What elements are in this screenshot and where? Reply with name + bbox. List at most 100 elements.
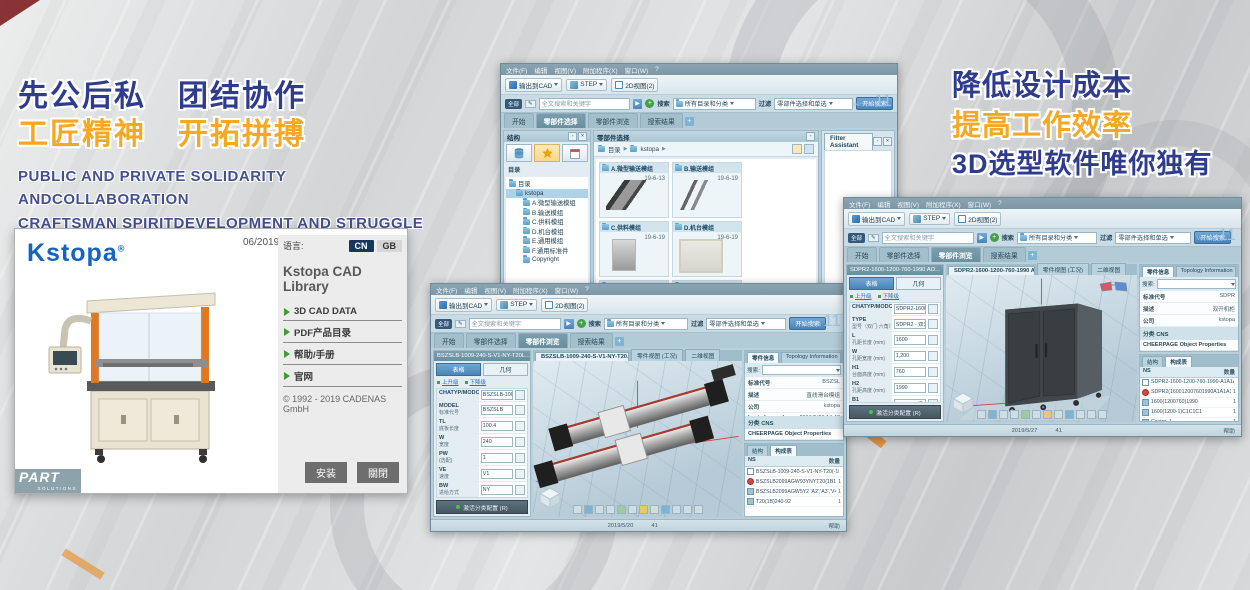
table-view-button[interactable]: 表格 bbox=[436, 363, 481, 376]
edit-parameter-button[interactable] bbox=[928, 304, 938, 314]
parameter-value-input[interactable]: 240 bbox=[481, 437, 513, 447]
close-panel-button[interactable]: ✕ bbox=[578, 132, 587, 141]
add-search-icon[interactable]: + bbox=[645, 99, 654, 108]
view-tool-button[interactable] bbox=[639, 505, 648, 514]
pin-panel-button[interactable]: ▫ bbox=[568, 132, 577, 141]
view-tool-button[interactable] bbox=[650, 505, 659, 514]
window-tab[interactable]: 搜索结果 bbox=[570, 333, 613, 348]
breadcrumb-item[interactable]: 目录 bbox=[608, 145, 621, 154]
menu-item[interactable]: 附加程序(X) bbox=[926, 199, 961, 209]
part-info-tab[interactable]: 零件信息 bbox=[747, 352, 779, 363]
bom-tab[interactable]: 构成表 bbox=[770, 445, 797, 456]
part-info-tab[interactable]: 零件信息 bbox=[1142, 266, 1174, 277]
part-number-tab[interactable]: BSZSLB-1009-240-S-V1-NY-T20L... bbox=[434, 351, 530, 361]
view-tool-button[interactable] bbox=[988, 410, 997, 419]
export-to-cad-button[interactable]: 输出到CAD bbox=[435, 298, 492, 312]
parameter-value-input[interactable]: BSZSLB-1009-240-S-V1-N bbox=[481, 390, 513, 400]
viewport-tab[interactable]: SDPR2-1600-1200-760-1990 AO... bbox=[948, 266, 1035, 275]
menu-item[interactable]: ? bbox=[655, 66, 659, 73]
viewport-tab[interactable]: 零件视图 (工况) bbox=[1037, 263, 1089, 275]
parameter-value-input[interactable]: 1 bbox=[481, 453, 513, 463]
search-scope-select[interactable]: 所有目录和分类 bbox=[604, 318, 688, 330]
view-tool-button[interactable] bbox=[1065, 410, 1074, 419]
search-go-icon[interactable]: ▶ bbox=[564, 319, 574, 329]
install-button[interactable]: 安装 bbox=[305, 462, 347, 483]
window-tab[interactable]: 搜索结果 bbox=[640, 113, 683, 128]
edit-parameter-button[interactable] bbox=[928, 351, 938, 361]
edit-parameter-button[interactable] bbox=[928, 367, 938, 377]
favorites-view-button[interactable] bbox=[534, 144, 560, 162]
3d-glasses-icon[interactable] bbox=[1099, 281, 1129, 293]
edit-parameter-button[interactable] bbox=[515, 437, 525, 447]
level-up-link[interactable]: 上升级 bbox=[850, 292, 872, 300]
2d-view-button[interactable]: 2D视图(2) bbox=[611, 78, 658, 92]
menu-item[interactable]: 附加程序(X) bbox=[513, 285, 548, 295]
help-link[interactable]: 帮助 bbox=[1223, 426, 1235, 435]
view-tool-button[interactable] bbox=[1076, 410, 1085, 419]
bom-row[interactable]: BSZSLB2099AGW5Y2 'A2','A3','V4','V5','M1… bbox=[745, 487, 843, 497]
export-to-cad-button[interactable]: 输出到CAD bbox=[848, 212, 905, 226]
tree-item[interactable]: A.微型输送模组 bbox=[506, 198, 588, 208]
bom-row[interactable]: 1600(1200-1)C1C1C1 1 bbox=[1140, 408, 1238, 418]
search-filter-select[interactable]: 零部件选择和单选 bbox=[1115, 232, 1191, 244]
bom-row[interactable]: T20(1B)240-92 1 bbox=[745, 497, 843, 507]
3d-viewport[interactable] bbox=[533, 361, 742, 517]
dialog-menu-item[interactable]: PDF产品目录 bbox=[283, 321, 402, 343]
view-tool-button[interactable] bbox=[672, 505, 681, 514]
view-tool-button[interactable] bbox=[1087, 410, 1096, 419]
window-tab[interactable]: 零部件选择 bbox=[536, 113, 586, 128]
edit-parameter-button[interactable] bbox=[515, 485, 525, 495]
view-tool-button[interactable] bbox=[1043, 410, 1052, 419]
menu-item[interactable]: 视图(V) bbox=[554, 65, 576, 75]
search-scope-select[interactable]: 所有目录和分类 bbox=[1017, 232, 1097, 244]
menu-item[interactable]: 编辑 bbox=[534, 65, 547, 75]
parameter-value-input[interactable]: V1 bbox=[481, 469, 513, 479]
help-link[interactable]: 帮助 bbox=[828, 521, 840, 530]
parameter-value-input[interactable]: 1,200 bbox=[894, 351, 926, 361]
menu-item[interactable]: ? bbox=[998, 200, 1002, 207]
menu-item[interactable]: 文件(F) bbox=[849, 199, 870, 209]
geometry-view-button[interactable]: 几何 bbox=[896, 277, 941, 290]
view-tool-button[interactable] bbox=[1021, 410, 1030, 419]
window-tab[interactable]: 零部件浏览 bbox=[518, 333, 568, 348]
edit-parameter-button[interactable] bbox=[515, 453, 525, 463]
menu-item[interactable]: 编辑 bbox=[464, 285, 477, 295]
parameter-value-input[interactable]: 760 bbox=[894, 367, 926, 377]
bom-row[interactable]: SDPR2-1600-1200-760-1990-A1A1A1A1-A1A1A1… bbox=[1140, 378, 1238, 388]
topology-info-tab[interactable]: Topology Information bbox=[1176, 266, 1236, 277]
3d-viewport[interactable]: x bbox=[946, 275, 1137, 422]
language-gb-button[interactable]: GB bbox=[377, 240, 403, 252]
tree-item[interactable]: D.机台模组 bbox=[506, 227, 588, 237]
catalog-card[interactable]: C.供料模组 19-6-19 bbox=[599, 221, 669, 277]
catalog-card[interactable]: B.输送模组 19-6-19 bbox=[672, 162, 742, 218]
view-cube[interactable] bbox=[539, 487, 561, 509]
activate-classification-button[interactable]: 激活分类配置 (R) bbox=[436, 500, 528, 514]
view-tool-button[interactable] bbox=[1054, 410, 1063, 419]
parameter-value-input[interactable]: 1990 bbox=[894, 383, 926, 393]
format-step-button[interactable]: STEP bbox=[496, 299, 537, 311]
add-tab-button[interactable]: + bbox=[685, 117, 694, 126]
search-mode-toggle[interactable]: 全部 bbox=[848, 233, 865, 243]
edit-parameter-button[interactable] bbox=[515, 405, 525, 415]
dialog-menu-item[interactable]: 官网 bbox=[283, 365, 402, 387]
view-cube[interactable] bbox=[952, 392, 974, 414]
view-tool-button[interactable] bbox=[1010, 410, 1019, 419]
window-tab[interactable]: 零部件浏览 bbox=[588, 113, 638, 128]
parameter-value-input[interactable]: BSZSLB bbox=[481, 405, 513, 415]
dialog-menu-item[interactable]: 帮助/手册 bbox=[283, 343, 402, 365]
window-tab[interactable]: 零部件选择 bbox=[879, 247, 929, 262]
dialog-menu-item[interactable]: 3D CAD DATA bbox=[283, 302, 402, 321]
view-option-button[interactable] bbox=[792, 144, 802, 154]
structure-tab[interactable]: 结构 bbox=[747, 445, 768, 456]
tree-item[interactable]: E.通用模组 bbox=[506, 236, 588, 246]
2d-view-button[interactable]: 2D视图(2) bbox=[954, 212, 1001, 226]
viewport-tab[interactable]: 二维视图 bbox=[1091, 263, 1126, 275]
bom-row[interactable]: BSZSLB-1009-240-S-V1-NY-T20(-1B) bbox=[745, 467, 843, 477]
view-tool-button[interactable] bbox=[661, 505, 670, 514]
menu-item[interactable]: 窗口(W) bbox=[968, 199, 991, 209]
view-tool-button[interactable] bbox=[606, 505, 615, 514]
view-tool-button[interactable] bbox=[628, 505, 637, 514]
catalog-card[interactable]: D.机台模组 19-6-19 bbox=[672, 221, 742, 277]
tree-item[interactable]: B.输送模组 bbox=[506, 208, 588, 218]
tree-item[interactable]: Copyright bbox=[506, 255, 588, 265]
